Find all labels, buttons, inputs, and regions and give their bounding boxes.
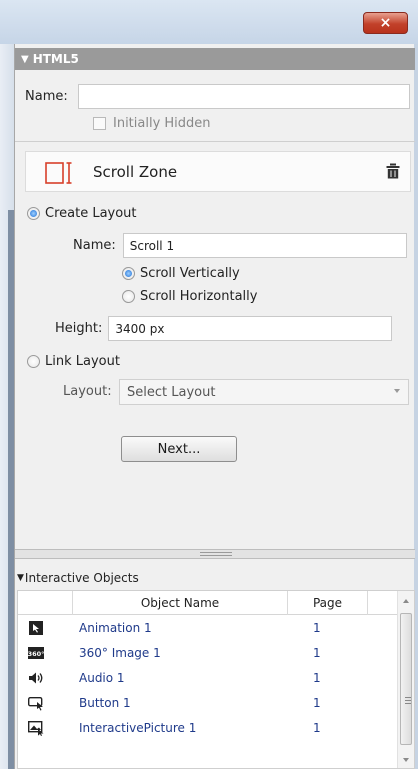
audio-icon — [29, 672, 43, 684]
layout-name-row: Name: Scroll 1 — [73, 233, 407, 258]
layout-name-input[interactable]: Scroll 1 — [122, 233, 407, 258]
interactive-picture-icon — [28, 721, 44, 736]
create-layout-radio[interactable] — [27, 207, 40, 220]
scroll-up-icon[interactable] — [403, 599, 409, 603]
layout-select-label: Layout: — [63, 384, 112, 399]
height-row: Height: 3400 px — [55, 316, 393, 341]
create-layout-label: Create Layout — [45, 206, 137, 221]
scroll-horizontally-option[interactable]: Scroll Horizontally — [122, 289, 257, 304]
name-label: Name: — [25, 89, 68, 104]
object-name: InteractivePicture 1 — [79, 721, 197, 735]
window-titlebar: × — [0, 0, 418, 44]
layout-select[interactable]: Select Layout — [119, 379, 409, 405]
html5-section-header[interactable]: ▼ HTML5 — [15, 48, 415, 70]
initially-hidden-label: Initially Hidden — [113, 116, 211, 131]
table-row[interactable]: InteractivePicture 1 1 — [18, 716, 398, 740]
interactive-objects-label: Interactive Objects — [24, 571, 139, 585]
scroll-down-icon[interactable] — [403, 758, 409, 762]
html5-panel: ▼ HTML5 Name: Initially Hidden Scroll Zo… — [14, 44, 415, 769]
scroll-zone-title: Scroll Zone — [93, 163, 178, 181]
scrollbar-thumb[interactable] — [400, 613, 412, 745]
collapse-triangle-icon: ▼ — [17, 573, 24, 583]
panel-splitter[interactable] — [15, 549, 415, 559]
initially-hidden-row[interactable]: Initially Hidden — [93, 116, 211, 131]
scroll-zone-card: Scroll Zone — [25, 151, 411, 192]
initially-hidden-checkbox[interactable] — [93, 117, 106, 130]
height-input[interactable]: 3400 px — [108, 316, 393, 341]
table-row[interactable]: 360° 360° Image 1 1 — [18, 641, 398, 665]
table-vertical-scrollbar[interactable] — [397, 591, 414, 768]
object-page: 1 — [313, 696, 321, 710]
table-row[interactable]: Animation 1 1 — [18, 616, 398, 640]
splitter-grip-icon — [200, 552, 232, 556]
layout-name-label: Name: — [73, 238, 116, 253]
table-row[interactable]: Button 1 1 — [18, 691, 398, 715]
link-layout-radio[interactable] — [27, 355, 40, 368]
object-name-column-header[interactable]: Object Name — [73, 591, 288, 615]
scroll-horizontally-radio[interactable] — [122, 290, 135, 303]
window-close-button[interactable]: × — [363, 12, 408, 34]
interactive-objects-header[interactable]: ▼ Interactive Objects — [15, 567, 415, 589]
object-page: 1 — [313, 721, 321, 735]
object-name: 360° Image 1 — [79, 646, 161, 660]
trash-icon[interactable] — [386, 163, 400, 179]
object-page: 1 — [313, 646, 321, 660]
thumb-grip-icon — [405, 697, 411, 704]
scroll-zone-icon — [45, 162, 72, 184]
object-name: Animation 1 — [79, 621, 152, 635]
create-layout-option[interactable]: Create Layout — [27, 206, 137, 221]
height-label: Height: — [55, 321, 103, 336]
html5-header-label: HTML5 — [32, 52, 79, 66]
animation-icon — [29, 621, 43, 635]
next-button-label: Next... — [157, 441, 201, 457]
html5-name-input[interactable] — [77, 84, 410, 109]
svg-text:360°: 360° — [28, 650, 44, 658]
next-button[interactable]: Next... — [121, 436, 237, 462]
close-icon: × — [379, 15, 392, 31]
object-page: 1 — [313, 621, 321, 635]
object-page: 1 — [313, 671, 321, 685]
object-name: Button 1 — [79, 696, 131, 710]
html5-name-row: Name: — [25, 84, 410, 109]
link-layout-label: Link Layout — [45, 354, 120, 369]
collapse-triangle-icon: ▼ — [21, 53, 29, 65]
scroll-horizontally-label: Scroll Horizontally — [140, 289, 258, 304]
table-header: Object Name Page — [18, 591, 398, 615]
360-image-icon: 360° — [28, 647, 44, 659]
section-divider — [15, 141, 415, 142]
link-layout-option[interactable]: Link Layout — [27, 354, 120, 369]
layout-select-value: Select Layout — [127, 384, 216, 400]
icon-column-header — [18, 591, 73, 615]
object-name: Audio 1 — [79, 671, 125, 685]
scroll-vertically-radio[interactable] — [122, 267, 135, 280]
interactive-objects-table: Object Name Page Animation 1 1 360° 360°… — [17, 590, 415, 769]
scroll-vertically-option[interactable]: Scroll Vertically — [122, 266, 240, 281]
button-icon — [28, 697, 43, 711]
chevron-down-icon — [394, 389, 400, 393]
table-row[interactable]: Audio 1 1 — [18, 666, 398, 690]
page-column-header[interactable]: Page — [288, 591, 368, 615]
scroll-vertically-label: Scroll Vertically — [140, 266, 240, 281]
